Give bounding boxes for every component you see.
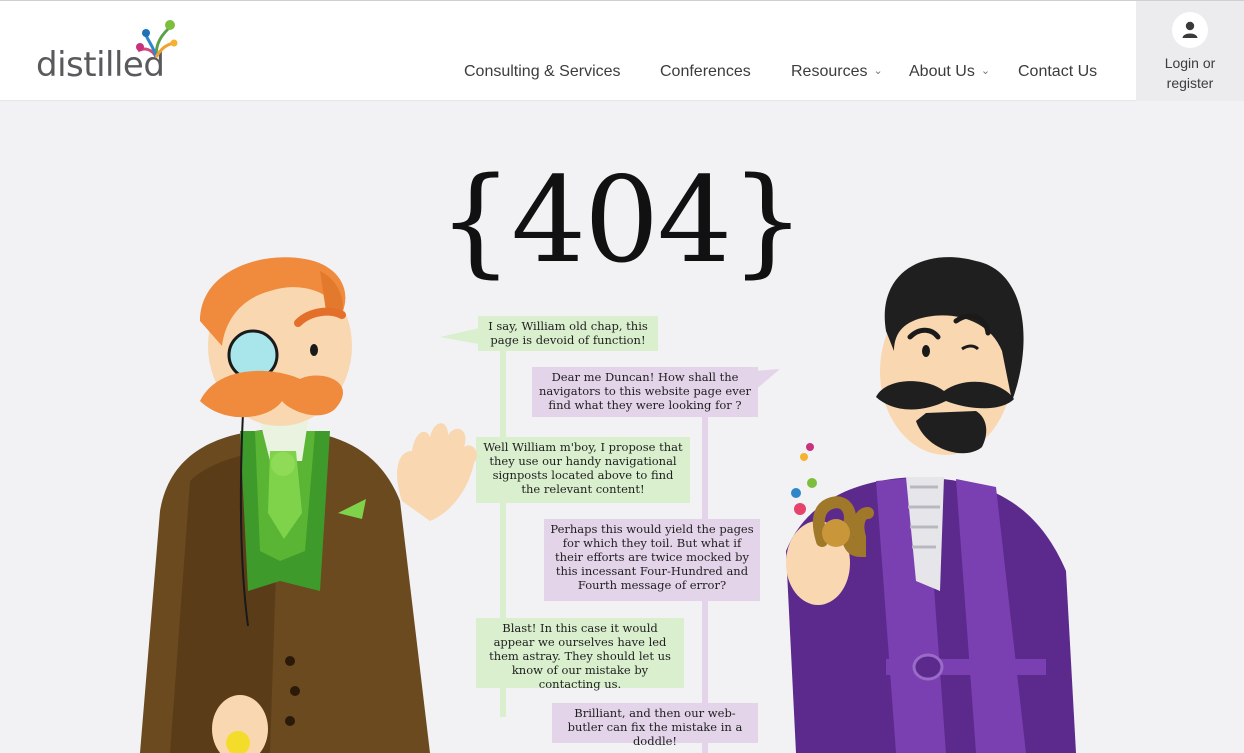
- dialogue-bubble-1: I say, William old chap, this page is de…: [478, 316, 658, 351]
- dialogue-bubble-4: Perhaps this would yield the pages for w…: [544, 519, 760, 601]
- chevron-down-icon: ⌄: [873, 65, 883, 77]
- dialogue-bubble-3: Well William m'boy, I propose that they …: [476, 437, 690, 503]
- login-line2: register: [1166, 75, 1214, 91]
- nav-about-us[interactable]: About Us ⌄: [909, 63, 990, 81]
- distilled-logo[interactable]: distilled: [36, 17, 186, 85]
- nav-consulting-services[interactable]: Consulting & Services: [464, 63, 621, 81]
- dialogue-bubble-6: Brilliant, and then our web-butler can f…: [552, 703, 758, 748]
- error-page: distilled Consulting & Services Conferen…: [0, 0, 1244, 753]
- dialogue-bubble-5: Blast! In this case it would appear we o…: [476, 618, 684, 691]
- nav-resources[interactable]: Resources ⌄: [791, 63, 883, 81]
- duncan-character-illustration: [786, 257, 1076, 753]
- nav-conferences[interactable]: Conferences: [660, 63, 751, 81]
- william-character-illustration: [140, 257, 477, 753]
- nav-label: Resources: [791, 63, 868, 80]
- nav-label: Conferences: [660, 63, 751, 80]
- site-header: distilled Consulting & Services Conferen…: [0, 0, 1244, 101]
- dialogue-bubble-2: Dear me Duncan! How shall the navigators…: [532, 367, 758, 417]
- nav-label: About Us: [909, 63, 975, 80]
- chevron-down-icon: ⌄: [980, 65, 991, 77]
- illustration-scene: {404} I say, William old chap, this page…: [0, 101, 1244, 753]
- login-register-button[interactable]: Login or register: [1136, 1, 1244, 101]
- nav-label: Consulting & Services: [464, 63, 621, 80]
- user-icon: [1172, 12, 1208, 48]
- nav-contact-us[interactable]: Contact Us: [1018, 63, 1097, 81]
- login-label: Login or register: [1136, 53, 1244, 93]
- nav-label: Contact Us: [1018, 63, 1098, 80]
- logo-splash-icon: [136, 20, 178, 58]
- login-line1: Login or: [1164, 55, 1216, 71]
